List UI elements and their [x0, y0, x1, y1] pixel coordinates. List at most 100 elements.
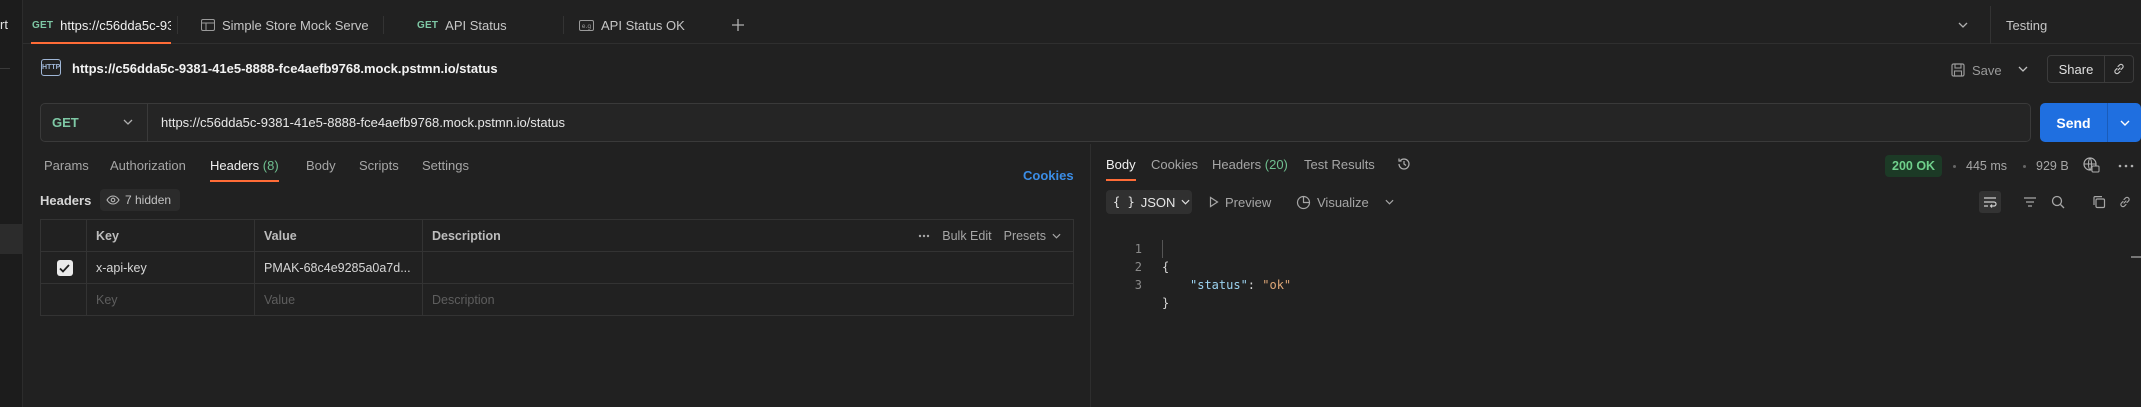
- tab-divider: [563, 16, 564, 34]
- tab-test-results[interactable]: Test Results: [1304, 157, 1375, 172]
- tab-headers[interactable]: Headers (8): [210, 158, 279, 182]
- json-key: "status": [1190, 278, 1248, 292]
- search-icon[interactable]: [2047, 191, 2069, 213]
- code-line: 1 {: [1106, 222, 1169, 274]
- new-key-input[interactable]: Key: [86, 284, 254, 316]
- new-tab-button[interactable]: [723, 6, 753, 44]
- tab-label: Simple Store Mock Serve: [222, 17, 369, 33]
- tab-collection[interactable]: Simple Store Mock Serve: [201, 6, 376, 44]
- json-value: "ok": [1262, 278, 1292, 292]
- plus-icon: [731, 18, 745, 32]
- header-value-cell[interactable]: PMAK-68c4e9285a0a7d...: [254, 252, 422, 284]
- tab-body[interactable]: Body: [306, 158, 336, 173]
- tab-response-headers-count: (20): [1264, 157, 1288, 172]
- table-actions: Bulk Edit Presets: [918, 220, 1061, 252]
- collection-icon: [201, 19, 215, 31]
- tab-authorization-label: Authorization: [110, 158, 186, 173]
- indent-guide: [1162, 240, 1163, 258]
- history-icon: [1396, 156, 1412, 172]
- share-button[interactable]: Share: [2048, 56, 2105, 82]
- tab-label: API Status: [445, 17, 507, 33]
- tab-response-cookies[interactable]: Cookies: [1151, 157, 1198, 172]
- wrap-lines-icon[interactable]: [1979, 191, 2001, 213]
- hidden-count: 7 hidden: [125, 193, 172, 207]
- column-header-description: Description: [422, 220, 722, 252]
- header-key-cell[interactable]: x-api-key: [86, 252, 254, 284]
- save-options-button[interactable]: [2018, 61, 2028, 72]
- method-selector[interactable]: GET: [41, 104, 148, 141]
- preview-button[interactable]: Preview: [1209, 191, 1271, 213]
- tab-params[interactable]: Params: [44, 158, 89, 173]
- tab-scripts[interactable]: Scripts: [359, 158, 399, 173]
- header-description-cell[interactable]: [422, 252, 1073, 284]
- tab-label: API Status OK: [601, 17, 685, 33]
- response-time[interactable]: 445 ms: [1966, 159, 2007, 173]
- presets-label: Presets: [1003, 229, 1046, 243]
- row-checkbox-placeholder: [41, 284, 86, 316]
- cookies-link[interactable]: Cookies: [1023, 168, 1074, 183]
- request-header: HTTP https://c56dda5c-9381-41e5-8888-fce…: [23, 53, 2141, 85]
- hidden-headers-toggle[interactable]: 7 hidden: [100, 189, 181, 211]
- checkbox-column-header: [41, 220, 86, 252]
- format-label: JSON: [1140, 194, 1176, 210]
- tab-overflow-button[interactable]: [1953, 6, 1973, 44]
- response-size[interactable]: 929 B: [2036, 159, 2069, 173]
- column-header-value: Value: [254, 220, 422, 252]
- filter-icon[interactable]: [2019, 191, 2041, 213]
- tab-scripts-label: Scripts: [359, 158, 399, 173]
- table-header-row: Key Value Description Bulk Edit Presets: [41, 220, 1073, 252]
- copy-link-button[interactable]: [2105, 56, 2133, 82]
- url-input[interactable]: https://c56dda5c-9381-41e5-8888-fce4aefb…: [161, 115, 565, 130]
- tab-settings[interactable]: Settings: [422, 158, 469, 173]
- json-separator: :: [1247, 278, 1263, 292]
- tab-response-headers[interactable]: Headers (20): [1212, 157, 1288, 172]
- tab-test-results-label: Test Results: [1304, 157, 1375, 172]
- bulk-edit-button[interactable]: Bulk Edit: [942, 229, 991, 243]
- braces-icon: { }: [1113, 195, 1135, 209]
- network-info-icon[interactable]: [2082, 156, 2100, 174]
- link-icon[interactable]: [2114, 191, 2136, 213]
- tab-headers-label: Headers: [210, 158, 260, 173]
- send-options-button[interactable]: [2108, 103, 2141, 142]
- tab-method: GET: [32, 19, 54, 31]
- pane-divider[interactable]: [1090, 144, 1091, 407]
- chevron-down-icon: [2120, 120, 2130, 126]
- table-row-empty: Key Value Description: [41, 284, 1073, 316]
- row-enabled-checkbox[interactable]: [41, 252, 86, 284]
- save-icon: [1951, 63, 1965, 77]
- request-title[interactable]: https://c56dda5c-9381-41e5-8888-fce4aefb…: [72, 61, 498, 76]
- tab-response-body[interactable]: Body: [1106, 157, 1136, 181]
- response-history-button[interactable]: [1396, 156, 1412, 172]
- chevron-down-icon: [1181, 199, 1190, 205]
- chevron-down-icon: [1958, 22, 1968, 28]
- save-button[interactable]: Save: [1951, 58, 2002, 82]
- status-badge[interactable]: 200 OK: [1885, 155, 1943, 177]
- tab-api-status[interactable]: GET API Status: [417, 6, 557, 44]
- more-options-icon[interactable]: [2118, 164, 2134, 168]
- visualize-icon: [1296, 195, 1311, 210]
- visualize-button[interactable]: Visualize: [1296, 191, 1394, 213]
- sidebar-selected-item[interactable]: [0, 224, 22, 254]
- more-options-icon[interactable]: [918, 234, 930, 238]
- new-description-input[interactable]: Description: [422, 284, 1073, 316]
- send-button[interactable]: Send: [2040, 103, 2108, 142]
- tab-divider: [177, 16, 178, 34]
- sidebar-divider: [0, 68, 10, 69]
- tab-request-active[interactable]: GET https://c56dda5c-9381: [31, 6, 171, 44]
- environment-label: Testing: [2006, 17, 2048, 33]
- send-button-group: Send: [2040, 103, 2141, 142]
- headers-caption: Headers: [40, 193, 92, 208]
- column-header-key: Key: [86, 220, 254, 252]
- tab-params-label: Params: [44, 158, 89, 173]
- tab-authorization[interactable]: Authorization: [110, 158, 186, 173]
- tab-response-body-label: Body: [1106, 157, 1136, 172]
- new-value-input[interactable]: Value: [254, 284, 422, 316]
- environment-selector[interactable]: Testing: [1990, 6, 2141, 44]
- format-selector[interactable]: { } JSON: [1106, 190, 1192, 214]
- copy-icon[interactable]: [2088, 191, 2110, 213]
- presets-dropdown[interactable]: Presets: [1004, 229, 1061, 243]
- tab-api-status-ok[interactable]: e.g API Status OK: [579, 6, 719, 44]
- share-button-group: Share: [2047, 55, 2134, 83]
- eye-icon: [106, 195, 120, 205]
- code-text: {: [1162, 260, 1170, 274]
